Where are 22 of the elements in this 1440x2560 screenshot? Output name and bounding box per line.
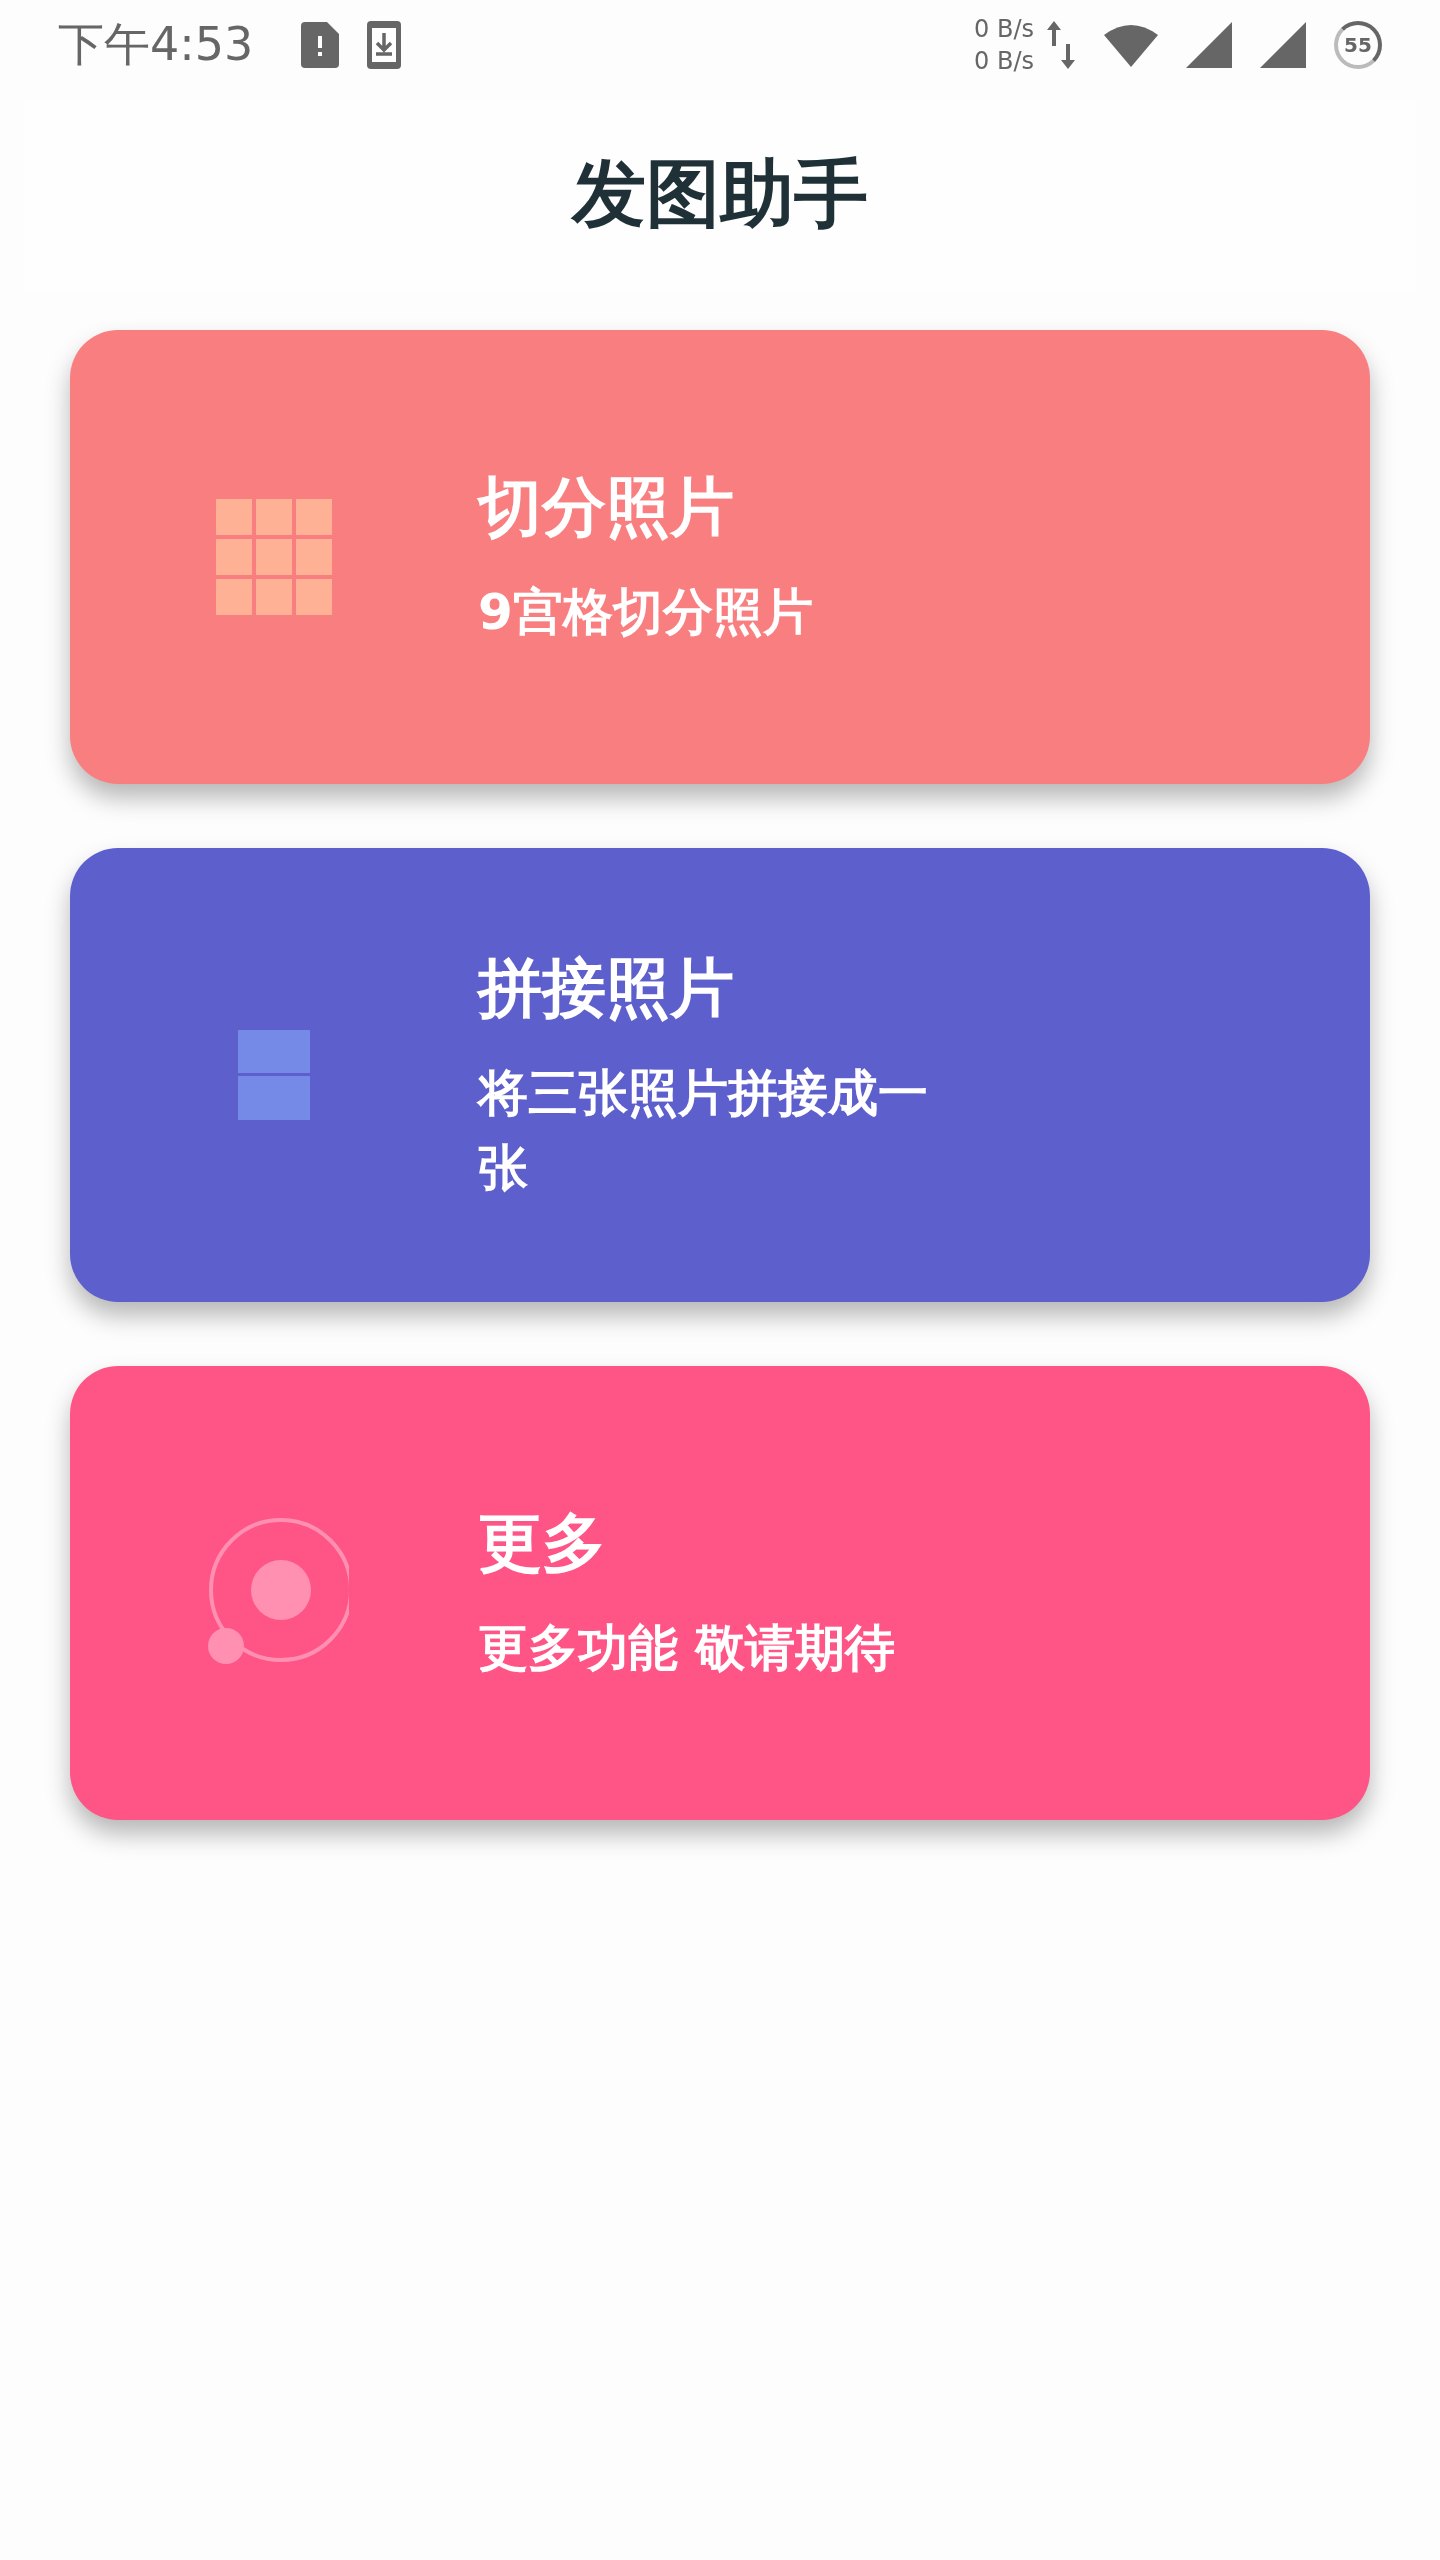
upload-speed: 0 B/s [974,14,1034,45]
signal-icon [1186,22,1232,68]
card-title: 切分照片 [478,469,735,546]
card-title: 更多 [478,1505,607,1582]
sim-card-icon [301,22,340,68]
stacked-panels-icon [238,1030,310,1120]
card-subtitle: 更多功能 敬请期待 [478,1618,896,1679]
wifi-icon [1104,23,1158,67]
feature-card[interactable]: 切分照片 9宫格切分照片 [70,330,1370,784]
download-speed: 0 B/s [974,46,1034,77]
card-subtitle: 9宫格切分照片 [478,582,813,643]
battery-indicator: 55 [1334,21,1382,69]
data-arrows-icon [1046,19,1076,71]
download-icon [367,21,402,69]
app-title: 发图助手 [572,149,868,238]
signal-icon [1260,22,1306,68]
grid-icon [216,499,332,615]
feature-card[interactable]: 拼接照片 将三张照片拼接成一张 [70,848,1370,1302]
card-title: 拼接照片 [478,949,735,1027]
status-time: 下午4:53 [58,16,254,73]
feature-card[interactable]: 更多 更多功能 敬请期待 [70,1366,1370,1820]
card-subtitle: 将三张照片拼接成一张 [478,1062,929,1199]
